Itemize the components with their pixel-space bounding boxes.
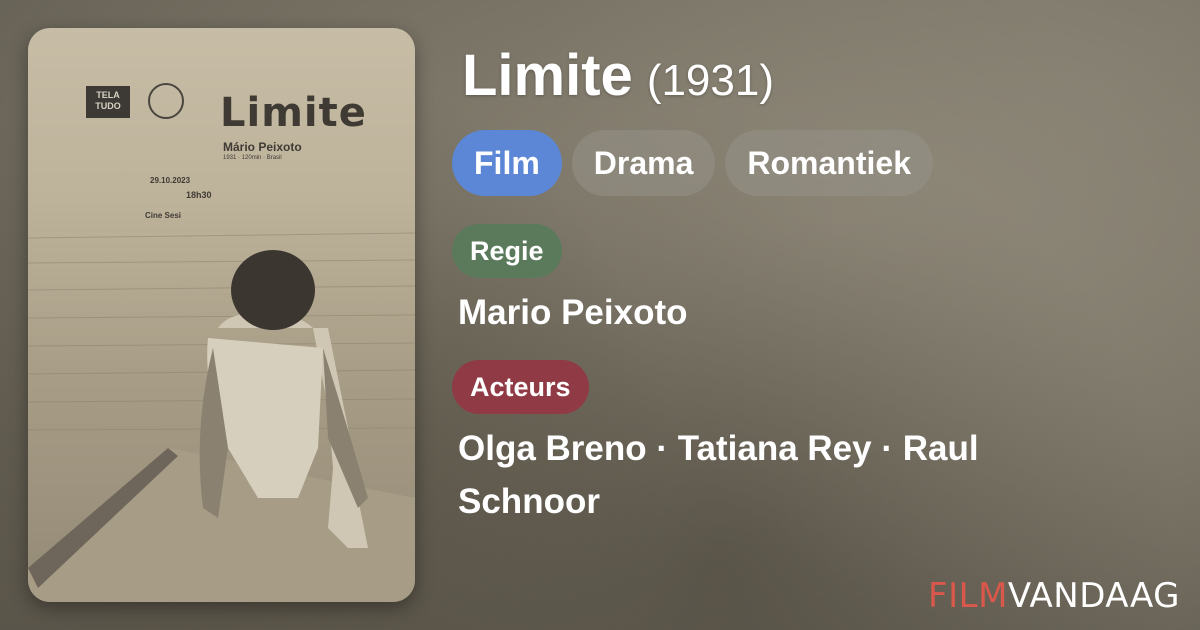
brand-part-vandaag: VANDAAG [1007, 576, 1180, 616]
poster-meta: 1931 · 120min · Brasil [223, 155, 282, 161]
genre-chip-film[interactable]: Film [452, 130, 562, 196]
poster-date: 29.10.2023 [150, 176, 191, 185]
brand-logo[interactable]: FILMVANDAAG [928, 576, 1180, 616]
movie-title: Limite [462, 43, 633, 108]
poster-venue: Cine Sesi [145, 211, 182, 220]
movie-heading: Limite (1931) [462, 42, 774, 109]
director-label: Regie [452, 224, 562, 278]
poster-director: Mário Peixoto [223, 140, 302, 154]
brand-part-film: FILM [928, 576, 1008, 616]
cast-list[interactable]: Olga Breno · Tatiana Rey · Raul Schnoor [458, 422, 1078, 528]
poster-title: Limite [220, 90, 367, 136]
movie-year: (1931) [646, 56, 774, 105]
genre-chip-romantiek[interactable]: Romantiek [725, 130, 933, 196]
director-name[interactable]: Mario Peixoto [458, 286, 687, 339]
movie-poster[interactable]: TELA TUDO Limite Mário Peixoto 1931 · 12… [28, 28, 415, 602]
cast-label: Acteurs [452, 360, 589, 414]
poster-logo: TELA TUDO [86, 86, 130, 118]
poster-seal-icon [148, 83, 184, 119]
genre-chip-drama[interactable]: Drama [571, 130, 716, 196]
poster-time: 18h30 [186, 190, 212, 200]
genre-list: Film Drama Romantiek [452, 130, 933, 196]
